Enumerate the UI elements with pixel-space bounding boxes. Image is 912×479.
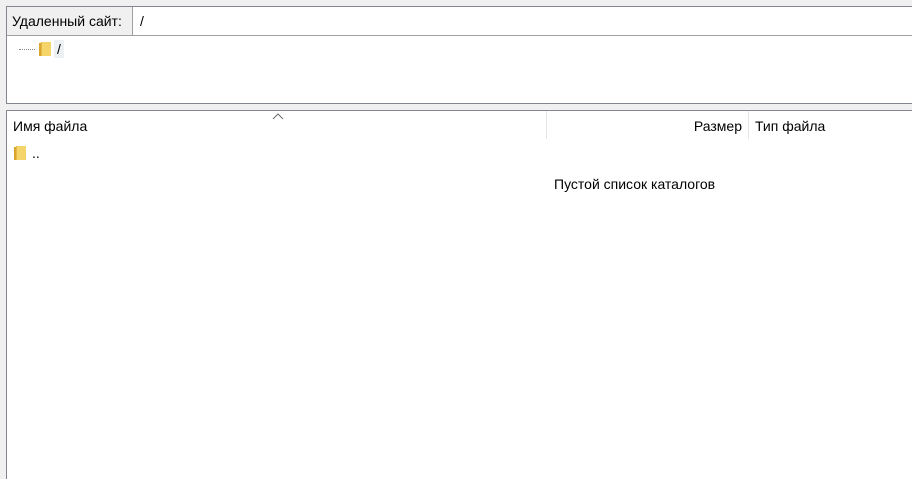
column-header-filetype[interactable]: Тип файла bbox=[749, 111, 912, 139]
tree-node-label: / bbox=[54, 40, 64, 58]
directory-tree[interactable]: / bbox=[7, 36, 912, 103]
column-header-size-label: Размер bbox=[693, 118, 742, 134]
column-header-filetype-label: Тип файла bbox=[755, 118, 826, 134]
sort-ascending-icon bbox=[272, 113, 284, 120]
list-item-name: .. bbox=[32, 145, 40, 161]
remote-site-bar: Удаленный сайт: bbox=[7, 7, 912, 36]
remote-tree-panel: Удаленный сайт: / bbox=[6, 6, 912, 104]
column-header-filename-label: Имя файла bbox=[13, 118, 88, 134]
tree-connector bbox=[19, 48, 35, 50]
file-list-header: Имя файла Размер Тип файла bbox=[7, 111, 912, 139]
folder-icon bbox=[39, 42, 51, 56]
remote-site-label: Удаленный сайт: bbox=[7, 7, 133, 35]
tree-node-root[interactable]: / bbox=[19, 39, 64, 59]
empty-directory-message: Пустой список каталогов bbox=[554, 176, 716, 192]
file-list-panel: Имя файла Размер Тип файла .. Пустой спи… bbox=[6, 110, 912, 479]
list-item-parent-dir[interactable]: .. bbox=[7, 143, 40, 163]
column-header-size[interactable]: Размер bbox=[547, 111, 749, 139]
remote-site-pane: Удаленный сайт: / Имя файла Размер bbox=[0, 0, 912, 479]
remote-path-input[interactable] bbox=[134, 7, 912, 35]
folder-icon bbox=[14, 146, 26, 160]
